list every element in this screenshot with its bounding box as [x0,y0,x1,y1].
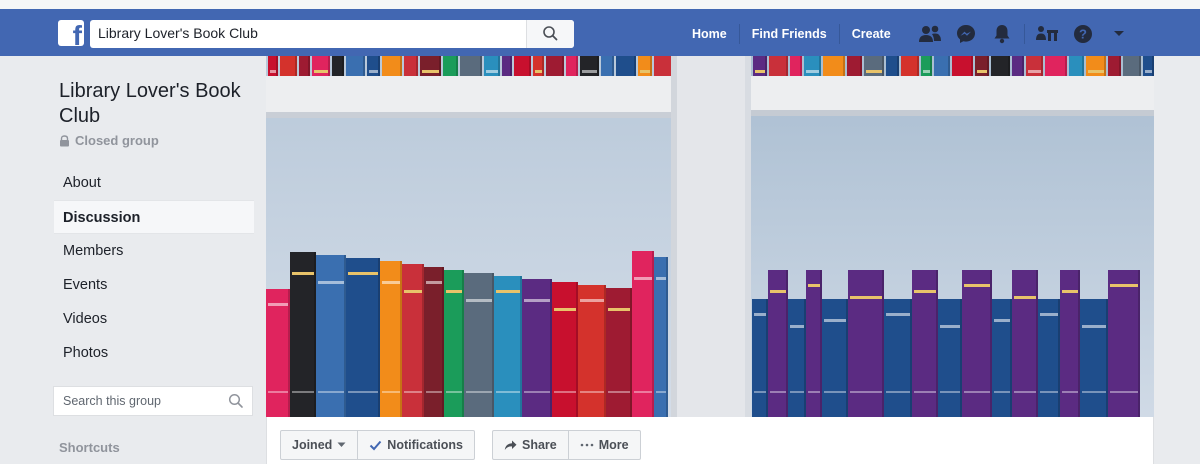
notifications-label: Notifications [387,438,463,452]
sidebar-item-about[interactable]: About [54,166,254,200]
facebook-logo-icon[interactable]: f [58,20,84,46]
messenger-button[interactable] [948,18,984,50]
group-title[interactable]: Library Lover's Book Club [59,79,249,129]
nav-find-friends-link[interactable]: Find Friends [740,18,839,50]
messenger-icon [957,25,975,43]
group-action-bar: Joined Notifications Share More [266,417,1154,464]
sidebar-item-events[interactable]: Events [54,268,254,302]
more-button[interactable]: More [567,431,640,459]
notifications-button[interactable]: Notifications [357,431,474,459]
nav-create-link[interactable]: Create [840,18,903,50]
notifications-icon [994,25,1010,44]
notifications-button[interactable] [984,18,1020,50]
friend-requests-button[interactable] [912,18,948,50]
checkmark-icon [370,440,382,450]
bookshelf-cover-image [266,56,1154,417]
membership-button-group: Joined Notifications [280,430,475,460]
global-search-button[interactable] [526,20,574,48]
primary-nav: Home Find Friends Create [680,18,903,50]
nav-divider [1024,24,1025,44]
group-search-input[interactable]: Search this group [63,394,161,408]
nav-home-link[interactable]: Home [680,18,739,50]
top-navigation-bar: f Library Lover's Book Club Home Find Fr… [0,0,1200,56]
chevron-down-icon [337,442,346,447]
global-search-input[interactable]: Library Lover's Book Club [98,25,258,41]
help-icon: ? [1074,25,1092,43]
account-menu-button[interactable] [1101,18,1137,50]
search-icon [543,26,558,41]
share-button[interactable]: Share [493,431,568,459]
joined-label: Joined [292,438,333,452]
chevron-down-icon [1114,31,1124,36]
more-dots-icon [580,443,594,447]
group-privacy-text: Closed group [75,133,159,148]
svg-text:?: ? [1079,27,1087,42]
shortcuts-heading: Shortcuts [59,440,120,455]
group-sidebar-nav: About Discussion Members Events Videos P… [54,166,254,370]
global-search-field[interactable]: Library Lover's Book Club [90,20,574,48]
sidebar-item-discussion[interactable]: Discussion [54,200,254,234]
share-button-group: Share More [492,430,641,460]
friends-icon [919,25,941,42]
sidebar-item-videos[interactable]: Videos [54,302,254,336]
search-icon[interactable] [228,393,244,409]
quick-help-button[interactable] [1029,18,1065,50]
more-label: More [598,438,629,452]
group-search-field[interactable]: Search this group [53,386,253,416]
lock-icon [60,134,69,146]
page-margin [1154,56,1200,464]
group-cover-photo[interactable] [266,56,1154,417]
joined-button[interactable]: Joined [281,431,357,459]
sidebar-item-members[interactable]: Members [54,234,254,268]
nav-icon-group: ? [912,18,1137,50]
sidebar-item-photos[interactable]: Photos [54,336,254,370]
help-button[interactable]: ? [1065,18,1101,50]
share-arrow-icon [504,440,517,450]
quick-help-icon [1036,26,1058,41]
share-label: Share [522,438,557,452]
group-privacy-label: Closed group [59,133,159,148]
